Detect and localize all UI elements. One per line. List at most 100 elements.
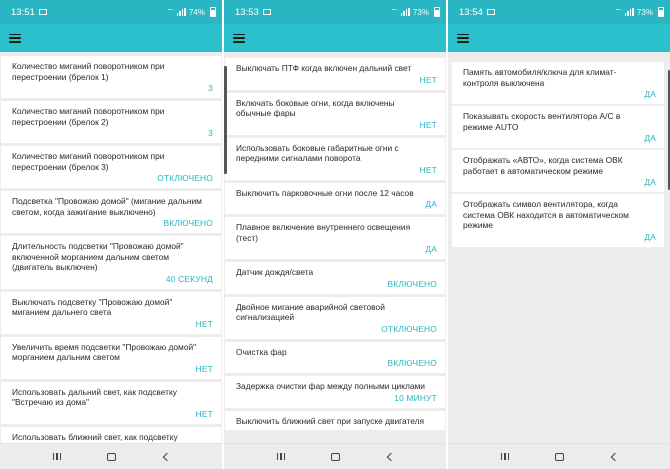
setting-title: Плавное включение внутреннего освещения … (236, 222, 411, 243)
hamburger-icon[interactable] (9, 33, 21, 43)
status-icons: ⌔ 73% (390, 7, 440, 17)
home-button[interactable] (325, 450, 345, 464)
hamburger-icon[interactable] (233, 33, 245, 43)
settings-list[interactable]: Память автомобиля/ключа для климат-контр… (448, 52, 670, 443)
back-icon (162, 452, 171, 461)
wifi-icon: ⌔ (614, 7, 622, 16)
setting-item[interactable]: Использовать дальний свет, как подсветку… (1, 381, 221, 424)
setting-item[interactable]: Использовать боковые габаритные огни с п… (225, 137, 445, 180)
setting-title: Задержка очистки фар между полными цикла… (236, 381, 425, 391)
setting-value: 10 МИНУТ (394, 392, 437, 403)
setting-title: Использовать боковые габаритные огни с п… (236, 142, 399, 164)
setting-title: Датчик дождя/света (236, 267, 314, 277)
setting-item[interactable]: Двойное мигание аварийной световой сигна… (225, 296, 445, 339)
scrollbar[interactable] (224, 66, 227, 174)
recent-apps-button[interactable] (47, 450, 67, 464)
battery-icon (210, 7, 216, 17)
setting-title: Использовать ближний свет, как подсветку… (12, 431, 178, 444)
setting-item[interactable]: Очистка фар ВКЛЮЧЕНО (225, 341, 445, 373)
setting-item[interactable]: Отображать символ вентилятора, когда сис… (452, 194, 664, 247)
setting-value: НЕТ (419, 74, 437, 85)
setting-item[interactable]: Показывать скорость вентилятора A/C в ре… (452, 106, 664, 148)
setting-value: 3 (208, 128, 213, 138)
setting-item[interactable]: Выключить парковочные огни после 12 часо… (225, 182, 445, 214)
setting-title: Очистка фар (236, 346, 287, 357)
setting-value: 3 (208, 83, 213, 93)
setting-value: 40 СЕКУНД (165, 273, 213, 284)
home-button[interactable] (101, 450, 121, 464)
navigation-bar (0, 443, 222, 469)
setting-title: Выключить ближний свет при запуске двига… (236, 415, 425, 426)
setting-item[interactable]: Выключать ПТФ когда включен дальний свет… (225, 58, 445, 90)
setting-item[interactable]: Отображать «АВТО», когда система ОВК раб… (452, 150, 664, 192)
setting-item[interactable]: Подсветка "Провожаю домой" (мигание даль… (1, 191, 221, 233)
recent-apps-button[interactable] (495, 450, 515, 464)
setting-title: Выключить парковочные огни после 12 часо… (236, 187, 414, 198)
setting-title: Включать боковые огни, когда включены об… (236, 97, 395, 119)
setting-value: ДА (425, 244, 437, 254)
recent-apps-icon (501, 453, 509, 460)
setting-item[interactable]: Плавное включение внутреннего освещения … (225, 217, 445, 259)
home-button[interactable] (549, 450, 569, 464)
setting-value: ДА (644, 231, 656, 242)
settings-list[interactable]: Выключать ПТФ когда включен дальний свет… (224, 52, 446, 443)
setting-item[interactable]: Память автомобиля/ключа для климат-контр… (452, 62, 664, 104)
setting-item[interactable]: Использовать ближний свет, как подсветку… (1, 426, 221, 444)
status-time: 13:53 (235, 6, 259, 18)
screen-2: 13:53 ⌔ 73% Выключать ПТФ когда включен … (224, 0, 446, 469)
setting-item[interactable]: Выключить ближний свет при запуске двига… (225, 410, 445, 430)
home-icon (106, 452, 116, 461)
setting-value: НЕТ (419, 164, 437, 175)
setting-item[interactable]: Количество миганий поворотником при пере… (1, 101, 221, 143)
setting-title: Выключать ПТФ когда включен дальний свет (236, 63, 412, 73)
setting-item[interactable]: Количество миганий поворотником при пере… (1, 146, 221, 188)
back-button[interactable] (155, 450, 175, 464)
status-bar: 13:54 ⌔ 73% (448, 0, 670, 24)
recent-apps-icon (53, 453, 61, 460)
app-bar (0, 24, 222, 52)
navigation-bar (448, 443, 670, 469)
back-icon (610, 452, 619, 461)
back-button[interactable] (379, 450, 399, 464)
setting-value: НЕТ (195, 408, 213, 419)
setting-value: НЕТ (419, 119, 437, 130)
battery-icon (658, 7, 664, 17)
setting-item[interactable]: Включать боковые огни, когда включены об… (225, 92, 445, 135)
signal-icon (400, 8, 410, 16)
setting-item[interactable]: Выключать подсветку "Провожаю домой" миг… (1, 291, 221, 334)
recent-apps-button[interactable] (271, 450, 291, 464)
setting-value: ВКЛЮЧЕНО (387, 278, 437, 289)
setting-value: НЕТ (195, 363, 213, 374)
setting-value: ВКЛЮЧЕНО (387, 358, 437, 368)
setting-item[interactable]: Датчик дождя/света ВКЛЮЧЕНО (225, 262, 445, 294)
setting-item[interactable]: Длительность подсветки "Провожаю домой" … (1, 236, 221, 289)
battery-icon (434, 7, 440, 17)
setting-title: Увеличить время подсветки "Провожаю домо… (12, 341, 197, 363)
app-bar (224, 24, 446, 52)
setting-title: Длительность подсветки "Провожаю домой" … (12, 241, 184, 272)
battery-percent: 73% (636, 7, 653, 17)
setting-item[interactable]: Увеличить время подсветки "Провожаю домо… (1, 336, 221, 379)
setting-item[interactable]: Задержка очистки фар между полными цикла… (225, 376, 445, 408)
setting-title: Отображать «АВТО», когда система ОВК раб… (463, 155, 623, 176)
app-bar (448, 24, 670, 52)
wifi-icon: ⌔ (166, 7, 174, 16)
hamburger-icon[interactable] (457, 33, 469, 43)
navigation-bar (224, 443, 446, 469)
wifi-icon: ⌔ (390, 7, 398, 16)
setting-title: Использовать дальний свет, как подсветку… (12, 386, 177, 408)
recent-apps-icon (277, 453, 285, 460)
status-bar: 13:51 ⌔ 74% (0, 0, 222, 24)
setting-title: Подсветка "Провожаю домой" (мигание даль… (12, 196, 202, 217)
screen-3: 13:54 ⌔ 73% Память автомобиля/ключа для … (448, 0, 670, 469)
setting-item[interactable]: Количество миганий поворотником при пере… (1, 56, 221, 98)
signal-icon (624, 8, 634, 16)
status-time: 13:51 (11, 6, 35, 18)
gallery-notification-icon (262, 9, 271, 15)
setting-title: Количество миганий поворотником при пере… (12, 61, 165, 82)
home-icon (330, 452, 340, 461)
back-icon (386, 452, 395, 461)
battery-percent: 73% (412, 7, 429, 17)
back-button[interactable] (603, 450, 623, 464)
settings-list[interactable]: Количество миганий поворотником при пере… (0, 52, 222, 443)
